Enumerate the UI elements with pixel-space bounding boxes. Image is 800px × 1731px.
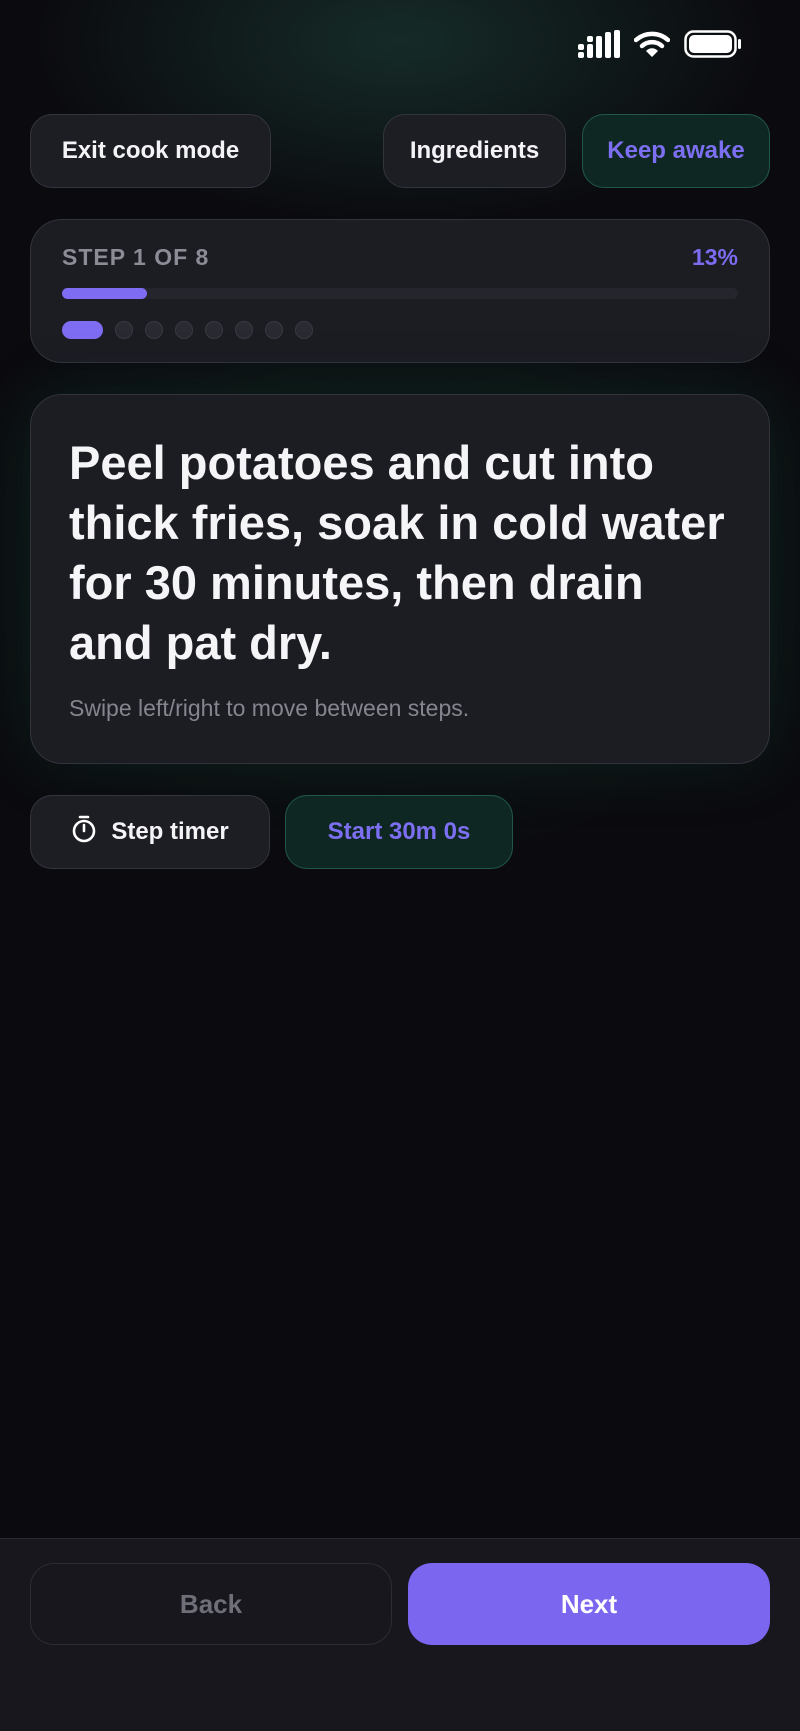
progress-card: STEP 1 OF 8 13% xyxy=(30,219,770,363)
status-bar xyxy=(578,30,742,63)
back-label: Back xyxy=(179,1588,243,1619)
step-instruction: Peel potatoes and cut into thick fries, … xyxy=(69,436,725,669)
exit-cook-mode-button[interactable]: Exit cook mode xyxy=(30,114,271,188)
step-dots xyxy=(62,321,313,339)
step-dot[interactable] xyxy=(175,321,193,339)
step-counter: STEP 1 OF 8 xyxy=(62,244,210,270)
keep-awake-label: Keep awake xyxy=(607,137,745,164)
stopwatch-icon xyxy=(71,815,97,850)
step-dot-active[interactable] xyxy=(62,321,103,339)
step-dot[interactable] xyxy=(145,321,163,339)
keep-awake-toggle[interactable]: Keep awake xyxy=(582,114,770,188)
step-card[interactable]: Peel potatoes and cut into thick fries, … xyxy=(30,394,770,764)
step-timer-button[interactable]: Step timer xyxy=(30,795,270,869)
step-dot[interactable] xyxy=(295,321,313,339)
step-dot[interactable] xyxy=(235,321,253,339)
start-timer-button[interactable]: Start 30m 0s xyxy=(285,795,513,869)
progress-percent: 13% xyxy=(691,244,738,270)
next-button[interactable]: Next xyxy=(408,1563,770,1645)
start-timer-label: Start 30m 0s xyxy=(327,818,471,845)
step-dot[interactable] xyxy=(115,321,133,339)
progress-track xyxy=(62,288,738,299)
step-dot[interactable] xyxy=(265,321,283,339)
swipe-hint: Swipe left/right to move between steps. xyxy=(69,695,470,721)
ingredients-label: Ingredients xyxy=(409,137,540,164)
wifi-icon xyxy=(633,30,671,63)
progress-fill xyxy=(62,288,147,299)
battery-icon xyxy=(684,30,742,63)
back-button[interactable]: Back xyxy=(30,1563,392,1645)
step-dot[interactable] xyxy=(205,321,223,339)
ingredients-button[interactable]: Ingredients xyxy=(383,114,566,188)
exit-cook-mode-label: Exit cook mode xyxy=(61,137,240,164)
step-timer-label: Step timer xyxy=(111,818,229,845)
signal-icon xyxy=(578,30,620,63)
next-label: Next xyxy=(560,1588,618,1619)
